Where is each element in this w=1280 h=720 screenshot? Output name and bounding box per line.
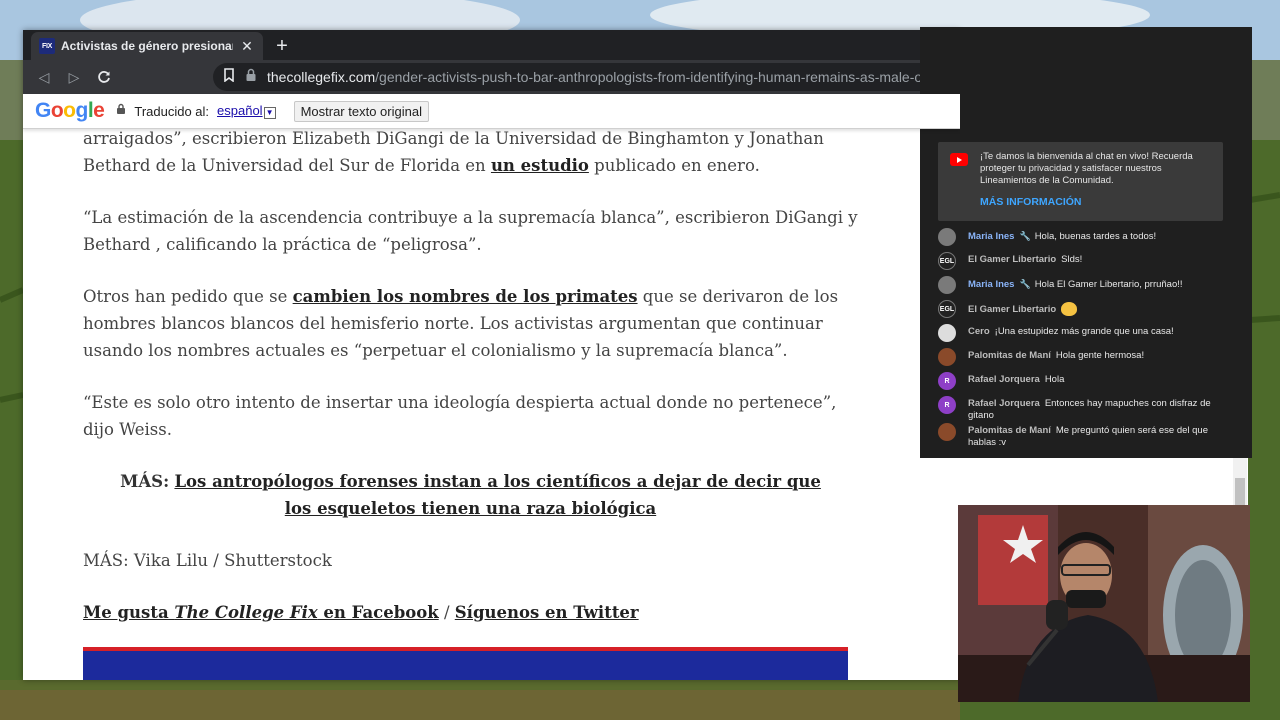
chat-text: ¡Una estupidez más grande que una casa! xyxy=(994,326,1174,337)
chat-author[interactable]: Palomitas de Maní xyxy=(968,425,1051,436)
forward-icon[interactable]: ▷ xyxy=(59,62,89,92)
welcome-text: ¡Te damos la bienvenida al chat en vivo!… xyxy=(980,151,1193,186)
wrench-icon: 🔧 xyxy=(1019,231,1031,241)
close-tab-icon[interactable]: ✕ xyxy=(239,38,255,55)
facebook-link[interactable]: Me gusta The College Fix en Facebook xyxy=(83,603,439,622)
chat-message: Maria Ines 🔧 Hola El Gamer Libertario, prr… xyxy=(938,275,1238,299)
chat-scroll-area xyxy=(920,458,1248,508)
avatar[interactable]: R xyxy=(938,396,956,414)
chat-author[interactable]: Maria Ines xyxy=(968,231,1014,242)
url-text[interactable]: thecollegefix.com/gender-activists-push-… xyxy=(267,69,922,85)
browser-window: FIX Activistas de género presionan para … xyxy=(23,30,960,680)
chat-message: Palomitas de Maní Hola gente hermosa! xyxy=(938,347,1238,371)
chat-message: R Rafael Jorquera Hola xyxy=(938,371,1238,395)
paragraph-3: Otros han pedido que se cambien los nomb… xyxy=(83,287,839,360)
cat-emoji-icon xyxy=(1061,302,1078,316)
chat-message: Cero ¡Una estupidez más grande que una ca… xyxy=(938,323,1238,347)
chat-text: Hola, buenas tardes a todos! xyxy=(1034,231,1157,242)
related-article-link[interactable]: Los antropólogos forenses instan a los c… xyxy=(174,472,820,518)
google-logo: Google xyxy=(35,99,105,122)
tab-bar: FIX Activistas de género presionan para … xyxy=(23,30,960,60)
chat-author[interactable]: Cero xyxy=(968,326,990,337)
twitter-link[interactable]: Síguenos en Twitter xyxy=(455,603,639,622)
site-favicon: FIX xyxy=(39,38,55,54)
lock-icon[interactable] xyxy=(245,68,257,87)
paragraph-2: “La estimación de la ascendencia contrib… xyxy=(83,208,858,254)
chat-message: Maria Ines 🔧 Hola, buenas tardes a todos! xyxy=(938,227,1238,251)
chat-author[interactable]: El Gamer Libertario xyxy=(968,254,1056,265)
paragraph-1: arraigados”, escribieron Elizabeth DiGan… xyxy=(83,129,824,175)
chat-author[interactable]: Rafael Jorquera xyxy=(968,374,1040,385)
show-original-button[interactable]: Mostrar texto original xyxy=(293,100,429,122)
paragraph-4: “Este es solo otro intento de insertar u… xyxy=(83,393,837,439)
chat-message: R Rafael Jorquera Entonces hay mapuches c… xyxy=(938,395,1238,422)
avatar[interactable] xyxy=(938,228,956,246)
scrollbar-thumb[interactable] xyxy=(1235,478,1245,506)
streamer-image xyxy=(958,505,1250,702)
primate-names-link[interactable]: cambien los nombres de los primates xyxy=(293,287,638,306)
chat-message: EGL El Gamer Libertario Slds! xyxy=(938,251,1238,275)
youtube-icon xyxy=(950,153,968,166)
chat-text: Slds! xyxy=(1061,254,1083,265)
tab-title: Activistas de género presionan para xyxy=(61,39,233,53)
chat-author[interactable]: Rafael Jorquera xyxy=(968,398,1040,409)
chat-welcome-notice: ¡Te damos la bienvenida al chat en vivo!… xyxy=(938,142,1223,221)
address-bar[interactable]: thecollegefix.com/gender-activists-push-… xyxy=(213,63,960,91)
bookmark-icon[interactable] xyxy=(223,67,235,87)
avatar[interactable]: EGL xyxy=(938,300,956,318)
chat-message: EGL El Gamer Libertario xyxy=(938,299,1238,323)
chat-text: Hola gente hermosa! xyxy=(1055,350,1145,361)
wrench-icon: 🔧 xyxy=(1019,279,1031,289)
chevron-down-icon[interactable]: ▼ xyxy=(263,107,276,119)
avatar[interactable] xyxy=(938,348,956,366)
chat-message: Palomitas de Maní Me preguntó quien será … xyxy=(938,422,1238,449)
live-chat-panel: ¡Te damos la bienvenida al chat en vivo!… xyxy=(920,27,1252,458)
related-article: MÁS: Los antropólogos forenses instan a … xyxy=(120,472,821,518)
translate-bar: Google Traducido al: español ▼ Mostrar te… xyxy=(23,94,960,129)
browser-tab[interactable]: FIX Activistas de género presionan para … xyxy=(31,32,263,60)
chat-message-list: Maria Ines 🔧 Hola, buenas tardes a todos! … xyxy=(938,227,1238,449)
social-links: Me gusta The College Fix en Facebook / S… xyxy=(83,603,639,622)
footer-banner xyxy=(83,647,848,680)
chat-author[interactable]: Palomitas de Maní xyxy=(968,350,1051,361)
back-icon[interactable]: ◁ xyxy=(29,62,59,92)
reload-icon[interactable] xyxy=(89,62,119,92)
chat-text: Hola xyxy=(1044,374,1065,385)
new-tab-icon[interactable]: + xyxy=(267,32,297,60)
chat-author[interactable]: El Gamer Libertario xyxy=(968,304,1056,315)
study-link[interactable]: un estudio xyxy=(491,156,589,175)
language-select[interactable]: español ▼ xyxy=(217,102,276,120)
avatar[interactable]: R xyxy=(938,372,956,390)
lock-icon xyxy=(116,102,126,120)
webcam-feed xyxy=(958,505,1250,702)
article-body: arraigados”, escribieron Elizabeth DiGan… xyxy=(83,125,858,651)
chat-author[interactable]: Maria Ines xyxy=(968,279,1014,290)
avatar[interactable]: EGL xyxy=(938,252,956,270)
image-credit: MÁS: Vika Lilu / Shutterstock xyxy=(83,551,332,570)
avatar[interactable] xyxy=(938,324,956,342)
chat-text: Hola El Gamer Libertario, prruñao!! xyxy=(1034,279,1183,290)
browser-toolbar: ◁ ▷ thecollegefix.com/gender-activists-p… xyxy=(23,60,960,94)
avatar[interactable] xyxy=(938,423,956,441)
more-info-link[interactable]: MÁS INFORMACIÓN xyxy=(980,196,1213,208)
translate-label: Traducido al: xyxy=(134,103,210,119)
avatar[interactable] xyxy=(938,276,956,294)
